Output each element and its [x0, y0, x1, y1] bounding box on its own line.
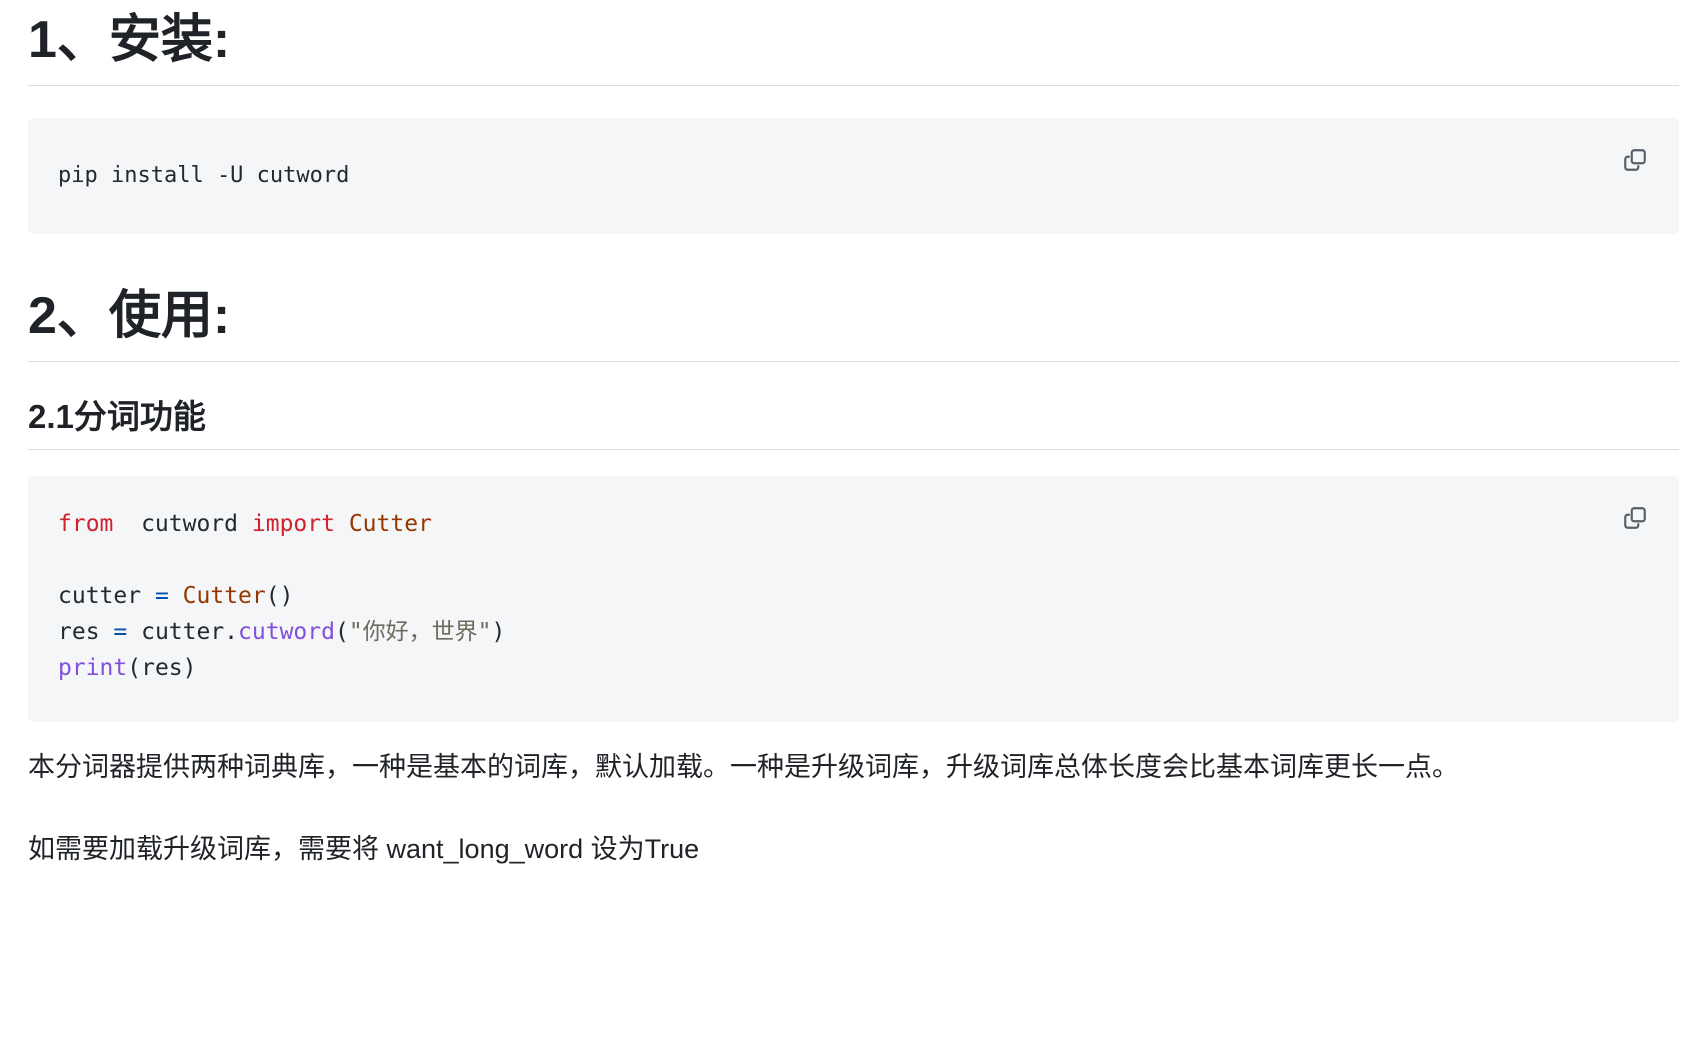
code-token: print — [58, 655, 128, 682]
code-line: from cutword import Cutter — [58, 511, 432, 537]
code-token: ) — [491, 619, 506, 646]
heading-segmentation-wrapper: 2.1分词功能 — [28, 396, 1679, 451]
code-token: = — [154, 583, 169, 610]
code-token: import — [251, 511, 335, 538]
code-token: res — [58, 619, 114, 646]
paragraph-long-word-option: 如需要加载升级词库，需要将 want_long_word 设为True — [28, 834, 700, 865]
heading-install-wrapper: 1、安装: — [28, 0, 1679, 86]
code-token: from — [58, 511, 114, 538]
code-block-install: pip install -U cutword — [28, 118, 1679, 234]
code-token: cutword — [113, 511, 252, 538]
code-token: Cutter — [348, 511, 432, 538]
code-line: res = cutter.cutword("你好，世界") — [58, 619, 505, 645]
code-token: ( — [334, 619, 349, 646]
copy-icon-button-install[interactable] — [1615, 140, 1655, 180]
code-token: pip install -U cutword — [58, 163, 350, 188]
copy-icon-button-python[interactable] — [1615, 498, 1655, 538]
code-token: cutter. — [127, 619, 239, 646]
code-content-python: from cutword import Cutter cutter = Cutt… — [58, 506, 1649, 686]
copy-icon — [1622, 505, 1648, 531]
page-title-usage: 2、使用: — [28, 287, 231, 345]
copy-icon — [1622, 147, 1648, 173]
code-token: "你好，世界" — [348, 619, 492, 646]
code-token: () — [265, 583, 294, 610]
code-block-python: from cutword import Cutter cutter = Cutt… — [28, 476, 1679, 723]
code-token: Cutter — [182, 583, 266, 610]
code-content-install: pip install -U cutword — [58, 158, 1649, 194]
markdown-document: 1、安装: pip install -U cutword 2、使用: 2.1分词… — [0, 0, 1707, 1039]
code-line: print(res) — [58, 655, 197, 681]
paragraph-dictionary-info: 本分词器提供两种词典库，一种是基本的词库，默认加载。一种是升级词库，升级词库总体… — [28, 752, 1459, 783]
heading-usage-wrapper: 2、使用: — [28, 284, 1679, 362]
code-token: cutword — [238, 619, 335, 646]
page-title-install: 1、安装: — [28, 11, 231, 69]
section-title-segmentation: 2.1分词功能 — [28, 398, 206, 435]
code-line: cutter = Cutter() — [58, 583, 293, 609]
code-token: = — [113, 619, 128, 646]
code-token: (res) — [127, 655, 197, 682]
code-token: cutter — [58, 583, 155, 610]
